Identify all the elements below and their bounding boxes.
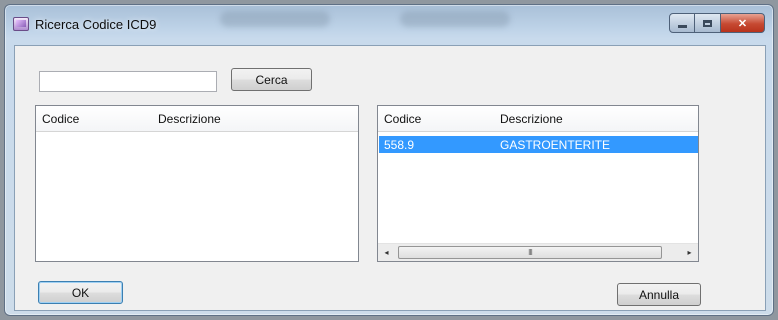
window-title: Ricerca Codice ICD9 xyxy=(35,17,157,32)
app-icon xyxy=(13,17,29,31)
scroll-left-icon[interactable]: ◂ xyxy=(378,244,395,261)
title-bar[interactable]: Ricerca Codice ICD9 ✕ xyxy=(5,5,773,45)
scroll-right-icon[interactable]: ▸ xyxy=(681,244,698,261)
caption-buttons: ✕ xyxy=(669,13,765,33)
left-list-header: Codice Descrizione xyxy=(36,106,358,132)
horizontal-scrollbar[interactable]: ◂ III ▸ xyxy=(378,243,698,261)
cell-descrizione: GASTROENTERITE xyxy=(500,138,611,152)
column-header-codice[interactable]: Codice xyxy=(384,112,421,126)
background-blur xyxy=(220,11,330,27)
right-list-header: Codice Descrizione xyxy=(378,106,698,132)
search-button[interactable]: Cerca xyxy=(231,68,312,91)
list-item[interactable]: 558.9 GASTROENTERITE xyxy=(379,136,698,153)
dialog-client-area: Cerca Codice Descrizione Codice Descrizi… xyxy=(14,45,766,311)
dialog-window: Ricerca Codice ICD9 ✕ Cerca Codice Descr… xyxy=(4,4,774,316)
close-icon: ✕ xyxy=(737,17,748,30)
background-blur xyxy=(400,11,510,27)
grip-icon: III xyxy=(528,248,533,257)
cell-codice: 558.9 xyxy=(384,138,415,152)
maximize-button[interactable] xyxy=(695,13,721,33)
close-button[interactable]: ✕ xyxy=(721,13,765,33)
column-header-descrizione[interactable]: Descrizione xyxy=(158,112,221,126)
minimize-button[interactable] xyxy=(669,13,695,33)
scrollbar-thumb[interactable]: III xyxy=(398,246,662,259)
left-results-list[interactable]: Codice Descrizione xyxy=(35,105,359,262)
maximize-icon xyxy=(703,19,712,27)
right-results-list[interactable]: Codice Descrizione 558.9 GASTROENTERITE … xyxy=(377,105,699,262)
column-header-descrizione[interactable]: Descrizione xyxy=(500,112,563,126)
minimize-icon xyxy=(677,24,687,28)
ok-button[interactable]: OK xyxy=(38,281,123,304)
search-input[interactable] xyxy=(39,71,217,92)
cancel-button[interactable]: Annulla xyxy=(617,283,701,306)
column-header-codice[interactable]: Codice xyxy=(42,112,79,126)
